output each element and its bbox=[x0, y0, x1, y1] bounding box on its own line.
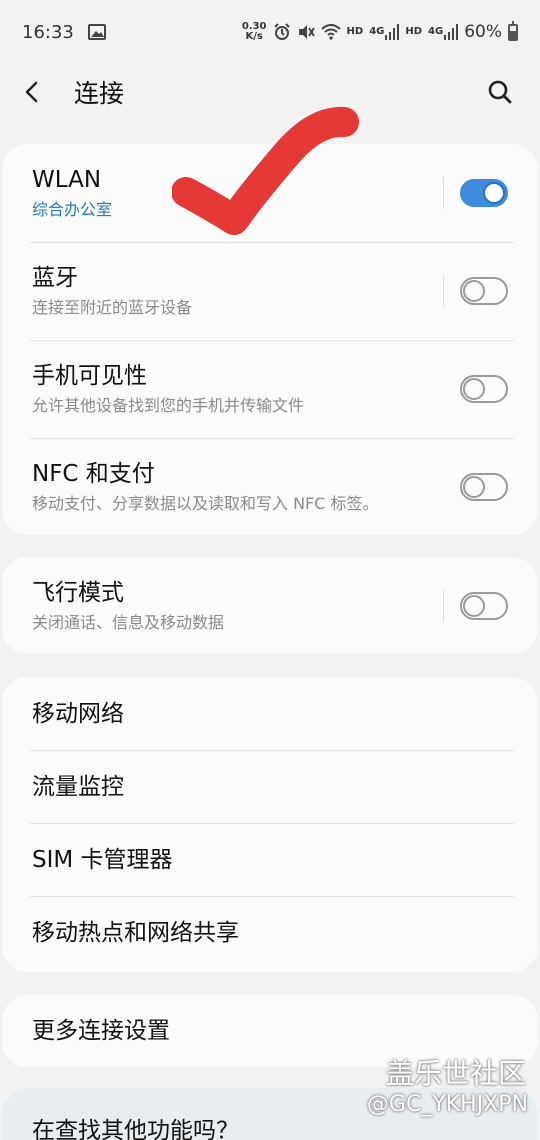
wlan-toggle[interactable] bbox=[460, 179, 508, 207]
connection-toggles-card: WLAN 综合办公室 蓝牙 连接至附近的蓝牙设备 手机可见性 允许其他设备找到您… bbox=[2, 144, 538, 535]
back-button[interactable] bbox=[22, 74, 58, 110]
hotspot-label: 移动热点和网络共享 bbox=[32, 919, 239, 946]
status-time: 16:33 bbox=[22, 21, 74, 43]
signal-icon-1: 4G bbox=[369, 24, 400, 40]
nfc-subtitle: 移动支付、分享数据以及读取和写入 NFC 标签。 bbox=[32, 493, 379, 513]
airplane-title: 飞行模式 bbox=[32, 579, 124, 606]
list-item-sim-manager[interactable]: SIM 卡管理器 bbox=[2, 823, 538, 896]
network-card: 移动网络 流量监控 SIM 卡管理器 移动热点和网络共享 bbox=[2, 677, 538, 972]
nfc-row[interactable]: NFC 和支付 移动支付、分享数据以及读取和写入 NFC 标签。 bbox=[2, 438, 538, 535]
divider bbox=[443, 275, 444, 307]
list-item-hotspot[interactable]: 移动热点和网络共享 bbox=[2, 896, 538, 969]
nfc-title: NFC 和支付 bbox=[32, 460, 155, 487]
watermark-title: 盖乐世社区 bbox=[385, 1057, 526, 1090]
mute-icon bbox=[297, 23, 315, 41]
airplane-row[interactable]: 飞行模式 关闭通话、信息及移动数据 bbox=[2, 557, 538, 654]
watermark-handle: @GC_YKHJXPN bbox=[366, 1092, 528, 1117]
divider bbox=[443, 177, 444, 209]
wifi-icon bbox=[320, 24, 341, 40]
list-item-data-usage[interactable]: 流量监控 bbox=[2, 750, 538, 823]
battery-percent: 60% bbox=[464, 22, 502, 42]
visibility-row[interactable]: 手机可见性 允许其他设备找到您的手机并传输文件 bbox=[2, 340, 538, 438]
visibility-toggle[interactable] bbox=[460, 375, 508, 403]
visibility-title: 手机可见性 bbox=[32, 363, 147, 389]
page-title: 连接 bbox=[74, 79, 125, 108]
alarm-icon bbox=[273, 23, 291, 41]
wlan-title: WLAN bbox=[32, 167, 102, 193]
bluetooth-subtitle: 连接至附近的蓝牙设备 bbox=[32, 298, 193, 317]
mobile-network-label: 移动网络 bbox=[32, 700, 124, 727]
airplane-card: 飞行模式 关闭通话、信息及移动数据 bbox=[2, 557, 538, 654]
nfc-toggle[interactable] bbox=[460, 472, 508, 501]
airplane-toggle[interactable] bbox=[460, 591, 508, 620]
wlan-network-name: 综合办公室 bbox=[32, 200, 113, 219]
search-icon bbox=[488, 80, 512, 104]
bluetooth-toggle[interactable] bbox=[460, 277, 508, 305]
status-bar: 16:33 0.30 K/s HD 4G HD 4G 60% bbox=[0, 0, 540, 64]
airplane-subtitle: 关闭通话、信息及移动数据 bbox=[32, 612, 225, 632]
chevron-left-icon bbox=[25, 81, 38, 103]
sim-manager-label: SIM 卡管理器 bbox=[32, 846, 173, 873]
visibility-subtitle: 允许其他设备找到您的手机并传输文件 bbox=[32, 396, 305, 415]
gallery-icon bbox=[87, 24, 106, 40]
app-bar: 连接 bbox=[0, 64, 540, 120]
suggestions-title: 在查找其他功能吗？ bbox=[32, 1118, 239, 1140]
divider bbox=[443, 589, 444, 622]
list-item-mobile-network[interactable]: 移动网络 bbox=[2, 677, 538, 750]
hd-label-2: HD bbox=[405, 26, 423, 37]
wlan-row[interactable]: WLAN 综合办公室 bbox=[2, 144, 538, 242]
hd-label-1: HD bbox=[346, 26, 364, 37]
bluetooth-row[interactable]: 蓝牙 连接至附近的蓝牙设备 bbox=[2, 242, 538, 340]
search-button[interactable] bbox=[482, 74, 518, 110]
battery-icon bbox=[508, 20, 518, 41]
net-speed: 0.30 K/s bbox=[241, 21, 267, 42]
more-settings-label: 更多连接设置 bbox=[32, 1018, 170, 1044]
bluetooth-title: 蓝牙 bbox=[32, 265, 78, 291]
signal-icon-2: 4G bbox=[428, 24, 459, 40]
data-usage-label: 流量监控 bbox=[32, 773, 124, 800]
